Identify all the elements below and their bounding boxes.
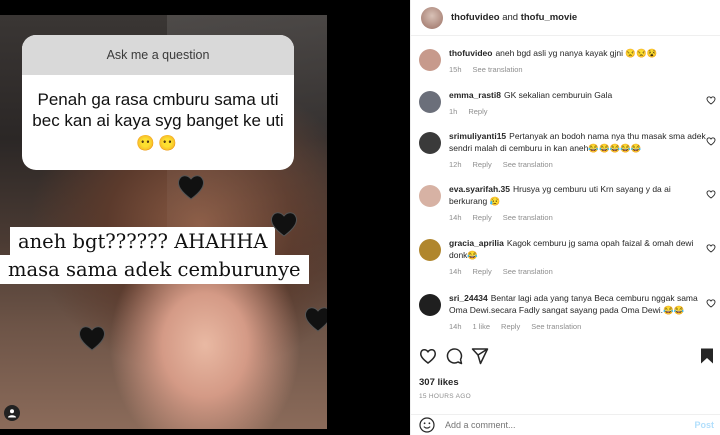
question-sticker-text: Penah ga rasa cmburu sama uti bec kan ai… xyxy=(22,75,294,154)
question-sticker: Ask me a question Penah ga rasa cmburu s… xyxy=(22,35,294,170)
see-translation-link[interactable]: See translation xyxy=(531,321,581,333)
reply-button[interactable]: Reply xyxy=(501,321,520,333)
user-tag-icon[interactable] xyxy=(4,405,20,421)
comment-time[interactable]: 1h xyxy=(449,106,457,118)
like-comment-heart-icon[interactable] xyxy=(706,136,716,146)
black-heart-sticker-icon xyxy=(78,326,106,351)
avatar[interactable] xyxy=(421,6,443,29)
list-item: thofuvideo aneh bgd asli yg nanya kayak g… xyxy=(419,47,720,76)
comment-time[interactable]: 15h xyxy=(449,64,462,76)
heart-icon[interactable] xyxy=(419,347,437,365)
comment-username[interactable]: thofuvideo xyxy=(449,48,492,58)
avatar[interactable] xyxy=(419,185,441,207)
list-item: gracia_aprilia Kagok cemburu jg sama opah… xyxy=(419,237,720,278)
comment-text: GK sekalian cemburuin Gala xyxy=(503,90,613,100)
list-item: srimuliyanti15 Pertanyak an bodoh nama ny… xyxy=(419,130,720,171)
post-side-panel: thofuvideo and thofu_movie thofuvideo ane… xyxy=(410,0,720,435)
avatar[interactable] xyxy=(419,239,441,261)
like-comment-heart-icon[interactable] xyxy=(706,298,716,308)
likes-count[interactable]: 307 likes xyxy=(419,377,459,388)
post-comment-button[interactable]: Post xyxy=(694,420,714,430)
add-comment-bar: Post xyxy=(411,414,720,435)
question-emojis: 😶😶 xyxy=(136,135,180,152)
reply-button[interactable]: Reply xyxy=(473,212,492,224)
avatar[interactable] xyxy=(419,91,441,113)
story-caption-line-2: masa sama adek cemburunye xyxy=(0,255,309,284)
list-item: sri_24434 Bentar lagi ada yang tanya Beca… xyxy=(419,292,720,333)
bookmark-icon[interactable] xyxy=(698,347,716,365)
avatar[interactable] xyxy=(419,49,441,71)
reply-button[interactable]: Reply xyxy=(468,106,487,118)
author-link[interactable]: thofu_movie xyxy=(521,12,577,23)
comment-time[interactable]: 14h xyxy=(449,212,462,224)
comment-username[interactable]: srimuliyanti15 xyxy=(449,131,506,141)
comment-time[interactable]: 14h xyxy=(449,321,462,333)
comments-list[interactable]: thofuvideo aneh bgd asli yg nanya kayak g… xyxy=(411,37,720,340)
like-comment-heart-icon[interactable] xyxy=(706,95,716,105)
comment-time[interactable]: 12h xyxy=(449,159,462,171)
story-caption-line-1: aneh bgt?????? AHAHHA xyxy=(10,227,276,256)
post-header: thofuvideo and thofu_movie xyxy=(411,0,720,36)
comment-text: aneh bgd asli yg nanya kayak gjni 😒😒😵 xyxy=(495,48,658,58)
comment-username[interactable]: emma_rasti8 xyxy=(449,90,501,100)
question-sticker-header: Ask me a question xyxy=(22,35,294,75)
post-actions xyxy=(419,347,720,369)
comment-time[interactable]: 14h xyxy=(449,266,462,278)
author-link[interactable]: thofuvideo xyxy=(451,12,500,23)
avatar[interactable] xyxy=(419,132,441,154)
post-media[interactable]: Ask me a question Penah ga rasa cmburu s… xyxy=(0,0,410,435)
comment-username[interactable]: eva.syarifah.35 xyxy=(449,184,510,194)
reply-button[interactable]: Reply xyxy=(473,159,492,171)
see-translation-link[interactable]: See translation xyxy=(473,64,523,76)
see-translation-link[interactable]: See translation xyxy=(503,159,553,171)
like-comment-heart-icon[interactable] xyxy=(706,243,716,253)
list-item: eva.syarifah.35 Hrusya yg cemburu uti Krn… xyxy=(419,183,720,224)
question-text: Penah ga rasa cmburu sama uti bec kan ai… xyxy=(32,90,284,130)
avatar[interactable] xyxy=(419,294,441,316)
comment-icon[interactable] xyxy=(445,347,463,365)
like-comment-heart-icon[interactable] xyxy=(706,189,716,199)
see-translation-link[interactable]: See translation xyxy=(503,266,553,278)
comment-username[interactable]: sri_24434 xyxy=(449,293,488,303)
post-authors: thofuvideo and thofu_movie xyxy=(451,12,577,23)
add-comment-input[interactable] xyxy=(445,420,665,430)
comment-username[interactable]: gracia_aprilia xyxy=(449,238,504,248)
post-timestamp[interactable]: 15 HOURS AGO xyxy=(419,393,471,400)
comment-likes-count[interactable]: 1 like xyxy=(473,321,491,333)
black-heart-sticker-icon xyxy=(304,307,327,332)
smiley-icon[interactable] xyxy=(419,417,435,433)
black-heart-sticker-icon xyxy=(177,175,205,200)
post-photo: Ask me a question Penah ga rasa cmburu s… xyxy=(0,15,327,429)
list-item: emma_rasti8 GK sekalian cemburuin Gala 1h… xyxy=(419,89,720,118)
and-label: and xyxy=(502,12,519,23)
black-heart-sticker-icon xyxy=(270,212,298,237)
reply-button[interactable]: Reply xyxy=(473,266,492,278)
see-translation-link[interactable]: See translation xyxy=(503,212,553,224)
share-icon[interactable] xyxy=(471,347,489,365)
